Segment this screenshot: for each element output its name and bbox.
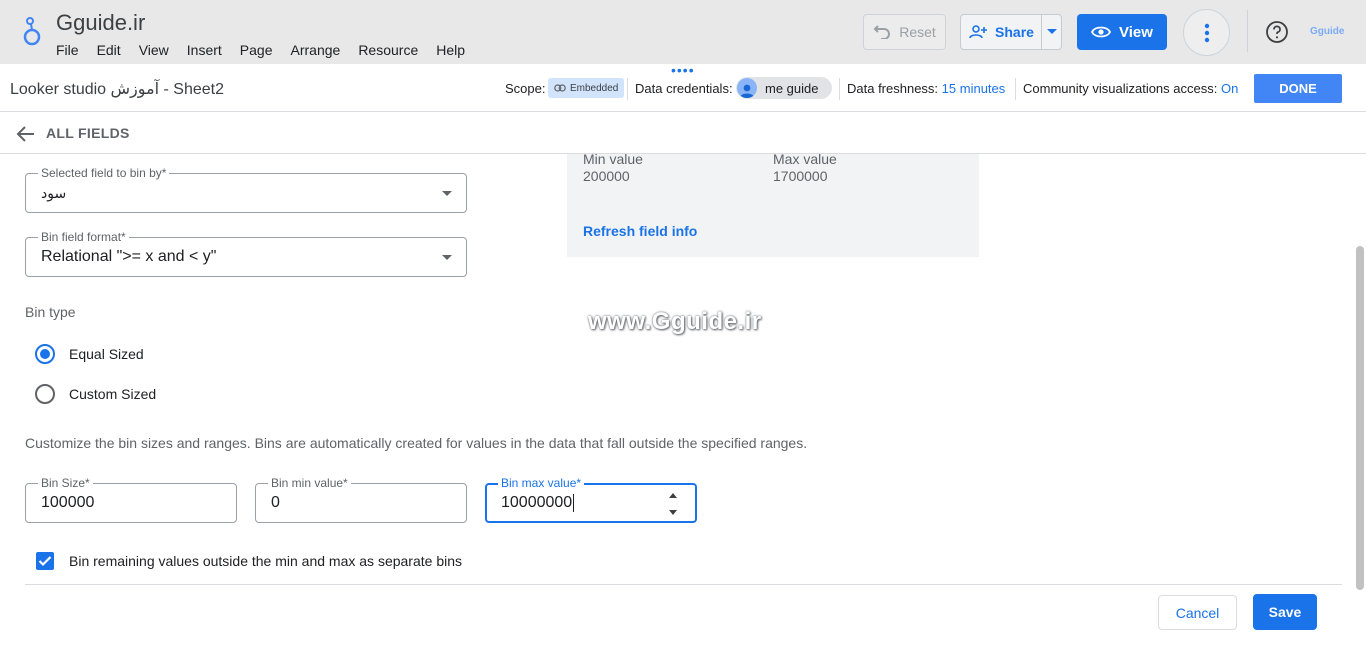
menu-page[interactable]: Page	[240, 42, 273, 58]
freshness-value[interactable]: 15 minutes	[942, 81, 1006, 96]
share-dropdown-button[interactable]	[1041, 14, 1062, 50]
community-access-info[interactable]: Community visualizations access: On	[1023, 81, 1238, 96]
check-icon	[38, 556, 52, 567]
menu-edit[interactable]: Edit	[97, 42, 121, 58]
bin-max-field[interactable]: Bin max value* 10000000	[485, 476, 697, 523]
bin-min-label: Bin min value*	[268, 476, 351, 490]
caret-down-icon	[442, 255, 452, 260]
refresh-field-info-link[interactable]: Refresh field info	[583, 223, 697, 239]
bin-min-field[interactable]: Bin min value* 0	[255, 476, 467, 523]
report-info-bar: •••• Looker studio آموزش - Sheet2 Scope:…	[0, 63, 1366, 112]
top-app-bar: Gguide.ir File Edit View Insert Page Arr…	[0, 0, 1366, 64]
radio-equal-sized[interactable]	[35, 344, 55, 364]
bin-max-input[interactable]: 10000000	[501, 494, 572, 511]
more-vert-icon	[1204, 23, 1209, 42]
freshness-info[interactable]: Data freshness: 15 minutes	[847, 81, 1005, 96]
scope-embedded-chip[interactable]: Embedded	[548, 78, 625, 98]
caret-down-icon	[1046, 29, 1057, 34]
undo-icon	[873, 25, 891, 39]
scrollbar-thumb[interactable]	[1356, 246, 1364, 590]
selected-field-dropdown[interactable]: Selected field to bin by* سود	[25, 166, 467, 213]
bin-remaining-checkbox[interactable]	[36, 552, 54, 570]
max-value-label: Max value	[773, 151, 837, 167]
looker-studio-logo-icon	[23, 17, 41, 46]
bin-size-input[interactable]: 100000	[41, 494, 94, 512]
radio-custom-sized[interactable]	[35, 384, 55, 404]
community-label: Community visualizations access:	[1023, 81, 1218, 96]
credentials-user-chip[interactable]: me guide	[736, 77, 832, 99]
help-icon[interactable]	[1265, 20, 1289, 44]
divider	[1015, 78, 1016, 100]
toolbar-divider	[1247, 10, 1248, 52]
min-value: 200000	[583, 168, 630, 184]
bin-max-input-wrap[interactable]: 10000000	[501, 494, 575, 512]
menu-bar: File Edit View Insert Page Arrange Resou…	[56, 42, 483, 58]
footer-divider	[25, 584, 1342, 585]
bin-size-label: Bin Size*	[38, 476, 93, 490]
menu-help[interactable]: Help	[436, 42, 465, 58]
selected-field-value: سود	[41, 185, 67, 201]
done-button[interactable]: DONE	[1254, 74, 1342, 103]
credentials-user: me guide	[765, 80, 819, 96]
document-title[interactable]: Looker studio آموزش - Sheet2	[10, 79, 224, 99]
add-person-icon	[969, 25, 988, 39]
equal-sized-label[interactable]: Equal Sized	[69, 346, 144, 362]
person-icon	[740, 84, 754, 98]
caret-down-icon	[442, 191, 452, 196]
divider	[627, 78, 628, 100]
save-button[interactable]: Save	[1253, 594, 1317, 630]
bin-size-field[interactable]: Bin Size* 100000	[25, 476, 237, 523]
menu-file[interactable]: File	[56, 42, 79, 58]
menu-resource[interactable]: Resource	[358, 42, 418, 58]
custom-sized-label[interactable]: Custom Sized	[69, 386, 156, 402]
brand-mini-logo: Gguide	[1310, 26, 1345, 37]
cancel-button[interactable]: Cancel	[1158, 595, 1237, 630]
stepper-up-icon[interactable]	[669, 493, 677, 498]
divider	[839, 78, 840, 100]
scope-label: Scope:	[505, 81, 546, 96]
drag-handle-icon[interactable]: ••••	[671, 63, 695, 77]
arrow-back-icon[interactable]	[16, 124, 36, 144]
bin-help-text: Customize the bin sizes and ranges. Bins…	[25, 435, 808, 451]
bin-type-label: Bin type	[25, 304, 76, 320]
menu-arrange[interactable]: Arrange	[291, 42, 341, 58]
bin-min-input[interactable]: 0	[271, 494, 280, 512]
reset-label: Reset	[899, 24, 936, 40]
reset-button[interactable]: Reset	[863, 14, 946, 50]
credentials-label: Data credentials:	[635, 81, 733, 96]
share-button[interactable]: Share	[960, 14, 1042, 50]
max-value: 1700000	[773, 168, 828, 184]
app-title: Gguide.ir	[56, 10, 146, 35]
link-icon	[554, 84, 566, 92]
share-label: Share	[995, 24, 1034, 40]
eye-icon	[1091, 26, 1112, 38]
community-value[interactable]: On	[1221, 81, 1238, 96]
more-options-button[interactable]	[1183, 9, 1230, 56]
all-fields-nav: ALL FIELDS	[0, 112, 1366, 154]
watermark: www.Gguide.ir	[588, 308, 762, 335]
bin-max-label: Bin max value*	[498, 476, 585, 490]
bin-format-value: Relational ">= x and < y"	[41, 248, 217, 265]
freshness-label: Data freshness:	[847, 81, 939, 96]
stepper-down-icon[interactable]	[669, 510, 677, 515]
menu-view[interactable]: View	[139, 42, 169, 58]
field-info-panel: Min value 200000 Max value 1700000 Refre…	[567, 151, 979, 257]
bin-format-label: Bin field format*	[38, 230, 129, 244]
selected-field-label: Selected field to bin by*	[38, 166, 170, 180]
bin-remaining-label[interactable]: Bin remaining values outside the min and…	[69, 553, 462, 569]
text-cursor	[573, 494, 575, 512]
scope-value: Embedded	[570, 82, 619, 94]
view-button[interactable]: View	[1077, 14, 1167, 50]
bin-format-dropdown[interactable]: Bin field format* Relational ">= x and <…	[25, 230, 467, 277]
avatar	[737, 78, 757, 98]
number-stepper[interactable]	[669, 493, 679, 515]
view-label: View	[1119, 23, 1153, 41]
menu-insert[interactable]: Insert	[187, 42, 222, 58]
all-fields-link[interactable]: ALL FIELDS	[46, 125, 130, 141]
min-value-label: Min value	[583, 151, 643, 167]
